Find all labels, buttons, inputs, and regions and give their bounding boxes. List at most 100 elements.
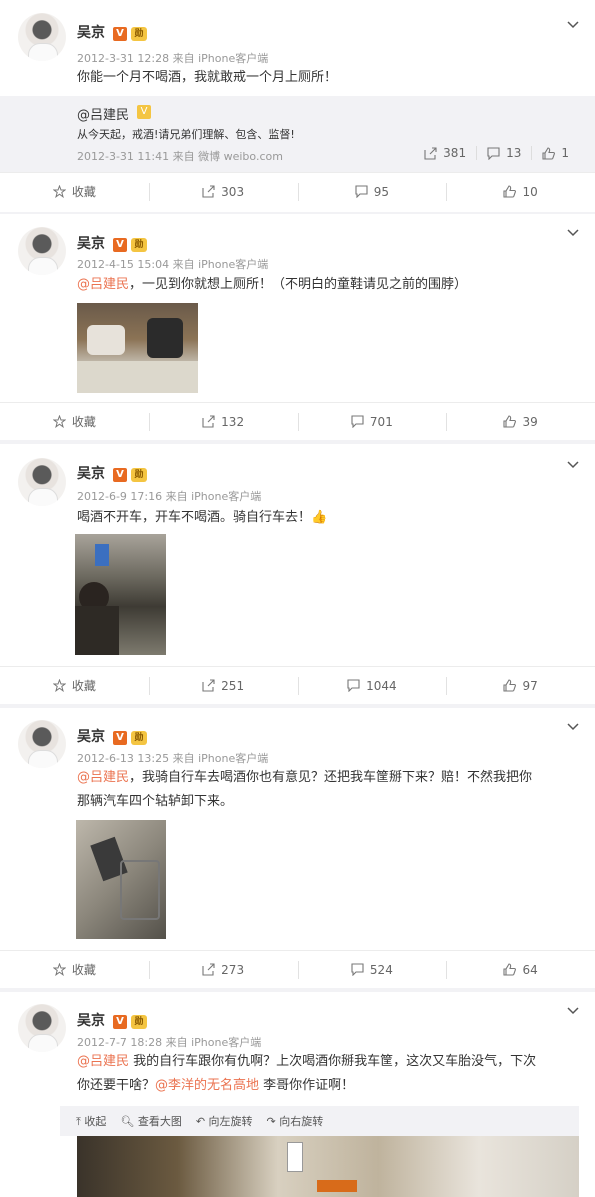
- comment-icon: [347, 679, 360, 692]
- medal-icon: 勋: [131, 468, 147, 482]
- medal-icon: 勋: [131, 731, 147, 745]
- star-icon: [52, 415, 66, 428]
- favorite-button[interactable]: 收藏: [0, 173, 149, 210]
- post-image[interactable]: [77, 303, 198, 393]
- avatar[interactable]: [18, 227, 66, 275]
- user-name[interactable]: 吴京 V 勋: [77, 726, 147, 746]
- comment-icon: [351, 963, 364, 976]
- like-button[interactable]: 39: [446, 403, 595, 440]
- share-icon: [202, 963, 215, 976]
- star-icon: [52, 679, 66, 692]
- post-meta: 2012-3-31 12:28 来自 iPhone客户端: [77, 52, 269, 65]
- chevron-down-icon[interactable]: [567, 720, 579, 732]
- post-actions: 收藏 251 1044 97: [0, 666, 595, 704]
- comment-icon: [355, 185, 368, 198]
- post-actions: 收藏 132 701 39: [0, 402, 595, 440]
- star-icon: [52, 963, 66, 976]
- comment-button[interactable]: 701: [297, 403, 447, 440]
- weibo-post: 吴京 V 勋 2012-4-15 15:04 来自 iPhone客户端 @吕建民，一…: [0, 214, 595, 440]
- share-button[interactable]: 251: [148, 667, 298, 704]
- verified-badge: V: [137, 105, 151, 119]
- post-meta: 2012-4-15 15:04 来自 iPhone客户端: [77, 258, 269, 271]
- thumbs-up-icon: [542, 146, 556, 160]
- verified-badge: V: [113, 468, 127, 482]
- post-image[interactable]: [77, 1136, 579, 1197]
- share-icon: [202, 185, 215, 198]
- user-name[interactable]: 吴京 V 勋: [77, 233, 147, 253]
- user-name[interactable]: 吴京 V 勋: [77, 22, 147, 42]
- chevron-down-icon[interactable]: [567, 226, 579, 238]
- post-image[interactable]: [75, 534, 166, 655]
- comment-icon: [487, 146, 500, 160]
- thumbs-up-icon: [503, 679, 517, 692]
- share-icon: [202, 415, 215, 428]
- image-toolbar: ⤒ 收起 🔍︎ 查看大图 ↶ 向左旋转 ↷ 向右旋转: [60, 1106, 579, 1136]
- share-button[interactable]: 273: [148, 951, 298, 988]
- verified-badge: V: [113, 27, 127, 41]
- repost-box[interactable]: @吕建民 V 从今天起，戒酒!请兄弟们理解、包含、监督! 2012-3-31 1…: [0, 96, 595, 172]
- star-icon: [52, 185, 66, 198]
- thumbs-up-icon: [503, 185, 517, 198]
- avatar[interactable]: [18, 1004, 66, 1052]
- weibo-post: 吴京 V 勋 2012-3-31 12:28 来自 iPhone客户端 你能一个月不…: [0, 0, 595, 212]
- favorite-button[interactable]: 收藏: [0, 667, 149, 704]
- rotate-right-button[interactable]: ↷ 向右旋转: [267, 1113, 324, 1129]
- post-text: @吕建民 我的自行车跟你有仇啊？上次喝酒你掰我车筐，这次又车胎没气，下次 你还要…: [77, 1054, 537, 1093]
- post-text: 喝酒不开车，开车不喝酒。骑自行车去！👍: [77, 510, 328, 525]
- share-button[interactable]: 132: [148, 403, 298, 440]
- mention-link[interactable]: @李洋的无名高地: [155, 1078, 259, 1093]
- comment-button[interactable]: 95: [297, 173, 447, 210]
- favorite-button[interactable]: 收藏: [0, 951, 149, 988]
- post-text: 你能一个月不喝酒，我就敢戒一个月上厕所！: [77, 70, 338, 85]
- medal-icon: 勋: [131, 238, 147, 252]
- verified-badge: V: [113, 238, 127, 252]
- repost-share[interactable]: 381: [414, 146, 476, 160]
- post-meta: 2012-7-7 18:28 来自 iPhone客户端: [77, 1036, 262, 1049]
- user-name[interactable]: 吴京 V 勋: [77, 463, 147, 483]
- thumbs-up-icon: [503, 415, 517, 428]
- post-meta: 2012-6-9 17:16 来自 iPhone客户端: [77, 490, 262, 503]
- weibo-post: 吴京 V 勋 2012-6-9 17:16 来自 iPhone客户端 喝酒不开车，开…: [0, 444, 595, 704]
- comment-button[interactable]: 524: [297, 951, 447, 988]
- avatar[interactable]: [18, 720, 66, 768]
- like-button[interactable]: 97: [446, 667, 595, 704]
- share-icon: [424, 146, 437, 160]
- repost-author[interactable]: @吕建民: [77, 104, 129, 123]
- repost-meta: 2012-3-31 11:41 来自 微博 weibo.com: [77, 150, 283, 163]
- share-button[interactable]: 303: [148, 173, 298, 210]
- rotate-left-button[interactable]: ↶ 向左旋转: [196, 1113, 253, 1129]
- post-image[interactable]: [76, 820, 166, 939]
- post-text: @吕建民，一见到你就想上厕所！（不明白的童鞋请见之前的围脖）: [77, 277, 468, 292]
- repost-text: 从今天起，戒酒!请兄弟们理解、包含、监督!: [77, 128, 295, 141]
- user-name[interactable]: 吴京 V 勋: [77, 1010, 147, 1030]
- chevron-down-icon[interactable]: [567, 1004, 579, 1016]
- weibo-post: 吴京 V 勋 2012-7-7 18:28 来自 iPhone客户端 @吕建民 我的…: [0, 992, 595, 1197]
- verified-badge: V: [113, 1015, 127, 1029]
- thumbs-up-icon: [503, 963, 517, 976]
- mention-link[interactable]: @吕建民: [77, 277, 129, 292]
- comment-button[interactable]: 1044: [297, 667, 447, 704]
- repost-comment[interactable]: 13: [476, 146, 531, 160]
- post-actions: 收藏 303 95 10: [0, 172, 595, 210]
- chevron-down-icon[interactable]: [567, 458, 579, 470]
- medal-icon: 勋: [131, 27, 147, 41]
- comment-icon: [351, 415, 364, 428]
- mention-link[interactable]: @吕建民: [77, 1054, 129, 1069]
- view-large-button[interactable]: 🔍︎ 查看大图: [120, 1113, 181, 1129]
- favorite-button[interactable]: 收藏: [0, 403, 149, 440]
- avatar[interactable]: [18, 458, 66, 506]
- post-text: @吕建民，我骑自行车去喝酒你也有意见？还把我车筐掰下来？赔！不然我把你 那辆汽车…: [77, 770, 533, 809]
- like-button[interactable]: 10: [446, 173, 595, 210]
- share-icon: [202, 679, 215, 692]
- like-button[interactable]: 64: [446, 951, 595, 988]
- weibo-post: 吴京 V 勋 2012-6-13 13:25 来自 iPhone客户端 @吕建民，我…: [0, 708, 595, 988]
- verified-badge: V: [113, 731, 127, 745]
- avatar[interactable]: [18, 13, 66, 61]
- repost-like[interactable]: 1: [531, 146, 579, 160]
- chevron-down-icon[interactable]: [567, 18, 579, 30]
- mention-link[interactable]: @吕建民: [77, 770, 129, 785]
- repost-stats: 381 13 1: [414, 146, 579, 160]
- collapse-button[interactable]: ⤒ 收起: [76, 1113, 106, 1129]
- post-actions: 收藏 273 524 64: [0, 950, 595, 988]
- post-meta: 2012-6-13 13:25 来自 iPhone客户端: [77, 752, 269, 765]
